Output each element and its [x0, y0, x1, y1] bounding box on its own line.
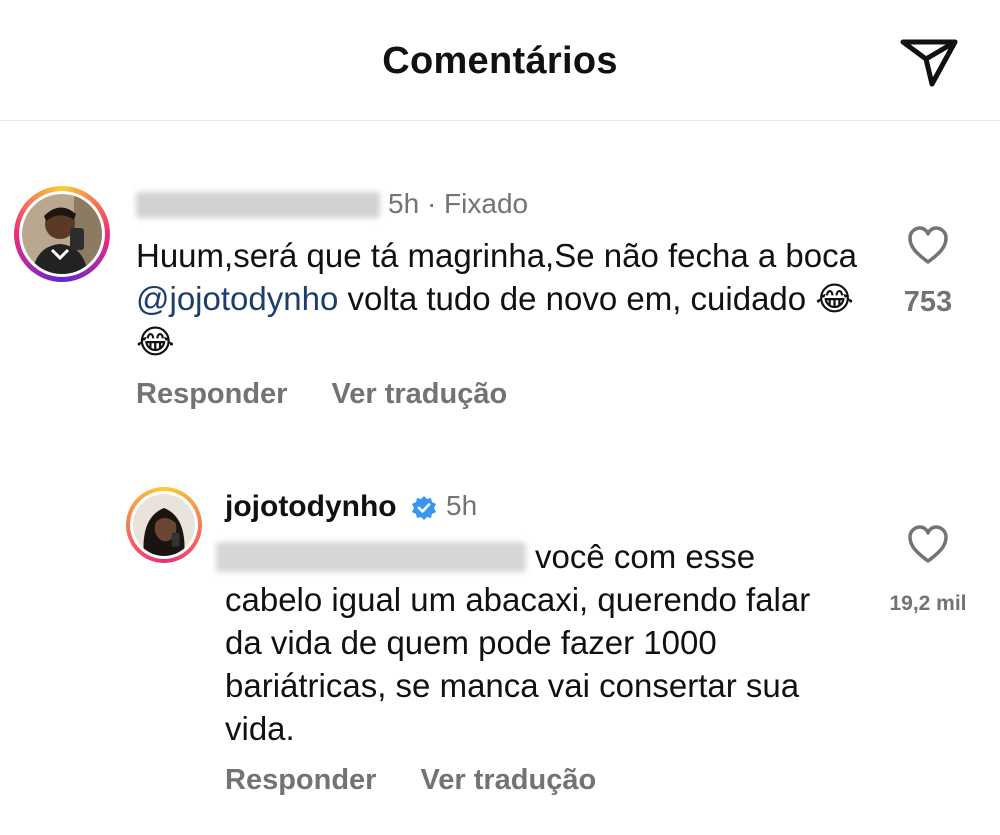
heart-icon[interactable] — [906, 524, 950, 564]
reply-text: você com esse cabelo igual um abacaxi, q… — [225, 538, 811, 747]
page-title: Comentários — [382, 40, 618, 82]
avatar[interactable] — [14, 186, 110, 282]
comment-actions: Responder Ver tradução — [136, 378, 551, 411]
avatar-photo — [22, 194, 102, 274]
translate-button[interactable]: Ver tradução — [331, 378, 507, 410]
translate-button[interactable]: Ver tradução — [420, 764, 596, 796]
mention-link[interactable]: @jojotodynho — [136, 280, 338, 317]
heart-icon[interactable] — [906, 225, 950, 265]
redacted-username — [136, 192, 380, 218]
comment-meta: 5h · Fixado — [388, 188, 528, 220]
reply-username[interactable]: jojotodynho — [225, 490, 397, 524]
verified-badge-icon — [412, 496, 436, 520]
reply-actions: Responder Ver tradução — [225, 764, 640, 797]
like-count: 753 — [903, 286, 953, 318]
reply-time: 5h — [446, 490, 478, 521]
comment-text: Huum,será que tá magrinha,Se não fecha a… — [136, 234, 876, 363]
comment-text-part: Huum,será que tá magrinha,Se não fecha a… — [136, 237, 857, 274]
send-icon[interactable] — [898, 36, 960, 90]
like-count: 19,2 mil — [889, 592, 967, 615]
avatar[interactable] — [126, 487, 202, 563]
reply-button[interactable]: Responder — [136, 378, 287, 410]
pinned-label: · Fixado — [426, 188, 529, 219]
header: Comentários — [0, 0, 1000, 121]
avatar-photo — [133, 494, 195, 556]
comment-time: 5h — [388, 188, 420, 219]
reply-button[interactable]: Responder — [225, 764, 376, 796]
